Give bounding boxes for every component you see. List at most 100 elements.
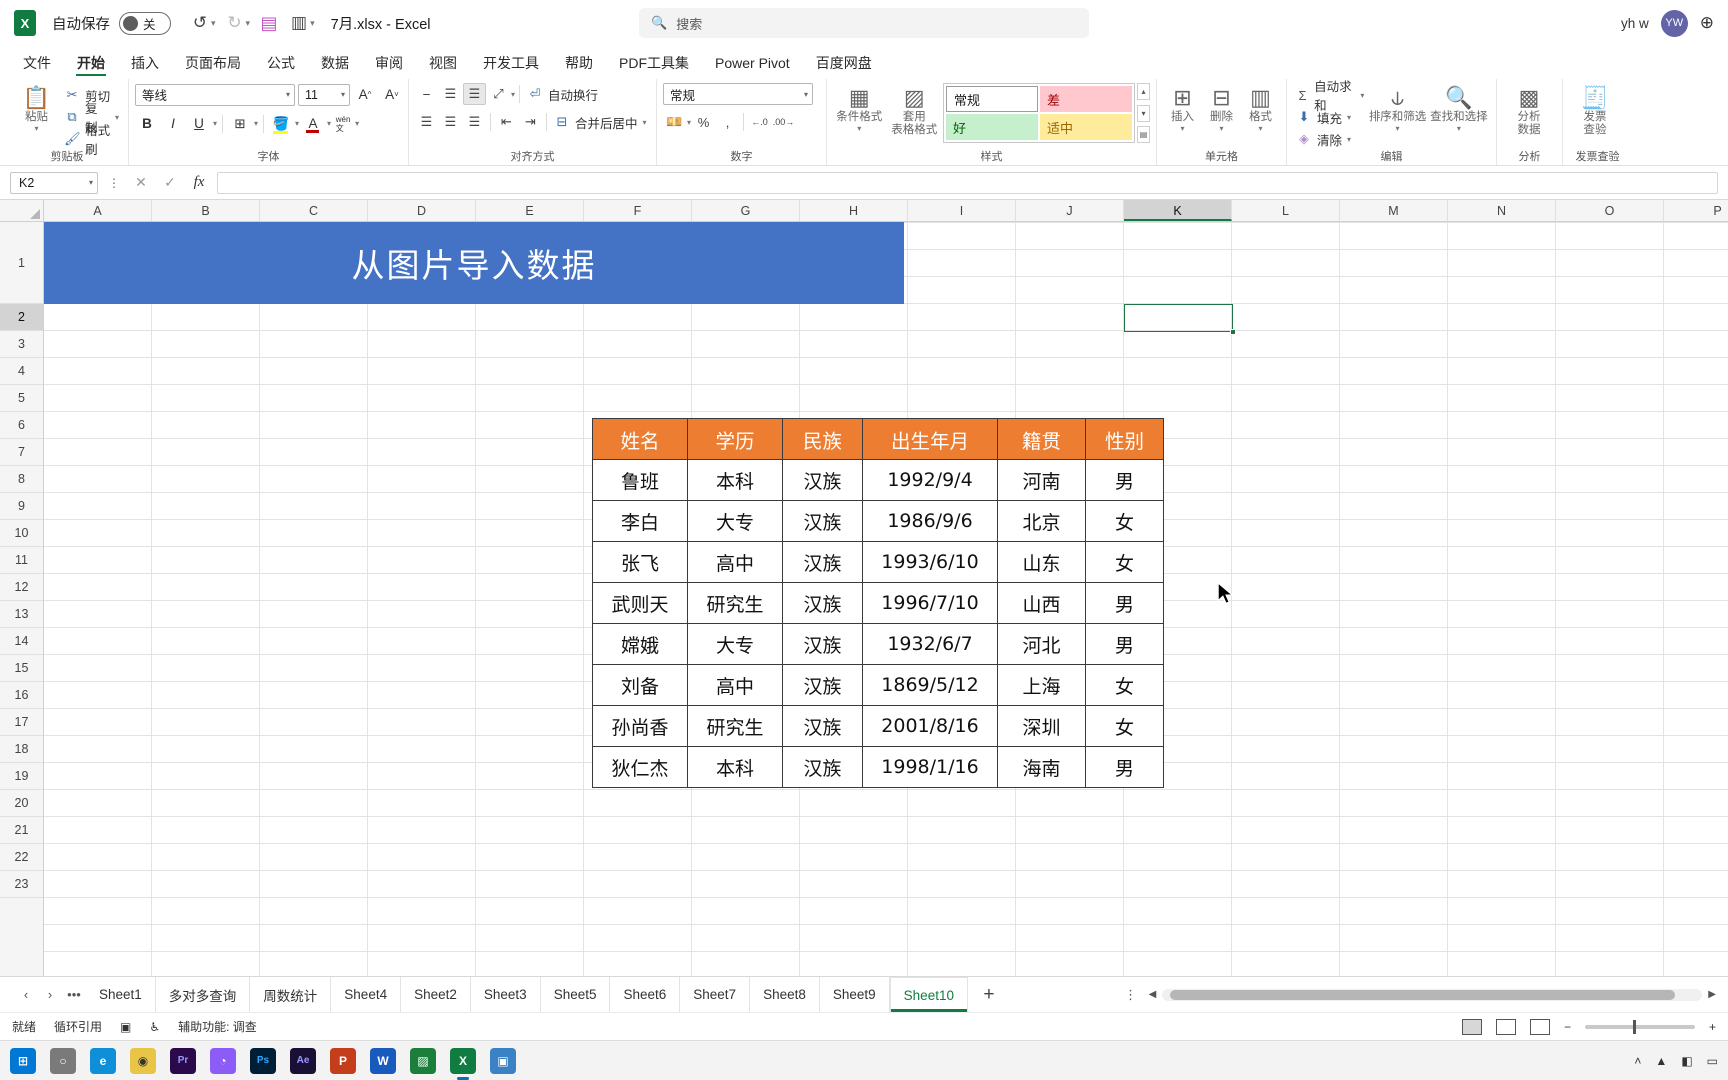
page-layout-icon[interactable] (1495, 1018, 1516, 1035)
paste-chevron-down-icon[interactable]: ▾ (35, 124, 39, 133)
sheet-tab-sheet2[interactable]: Sheet2 (401, 977, 471, 1012)
merge-chevron-down-icon[interactable]: ▾ (643, 118, 647, 127)
tab-insert[interactable]: 插入 (118, 50, 172, 76)
find-select-button[interactable]: 🔍 查找和选择 ▾ (1428, 83, 1490, 133)
wifi-icon[interactable]: ▲ (1655, 1054, 1667, 1068)
merge-center-button[interactable]: ⊟ 合并后居中 ▾ (551, 112, 650, 132)
underline-button[interactable]: U (187, 112, 211, 135)
invoice-check-button[interactable]: 🧾 发票 查验 (1569, 83, 1621, 137)
tab-review[interactable]: 审阅 (362, 50, 416, 76)
font-color-icon[interactable]: A (301, 112, 325, 135)
battery-icon[interactable]: ▭ (1707, 1054, 1718, 1068)
table-row[interactable]: 狄仁杰 本科 汉族 1998/1/16 海南 男 (592, 746, 1164, 788)
row-header-5[interactable]: 5 (0, 385, 43, 412)
tab-pdf-tools[interactable]: PDF工具集 (606, 50, 702, 76)
table-row[interactable]: 刘备 高中 汉族 1869/5/12 上海 女 (592, 664, 1164, 706)
chevron-down-icon[interactable]: ▾ (341, 90, 345, 99)
ellipsis-icon[interactable]: ••• (62, 977, 86, 1012)
phonetic-guide-icon[interactable]: wén 文 (333, 112, 353, 135)
search-icon[interactable]: ○ (50, 1047, 76, 1074)
fill-handle[interactable] (1229, 328, 1236, 335)
app-icon[interactable]: ◔ (210, 1047, 236, 1074)
sheet-tab-sheet4[interactable]: Sheet4 (331, 977, 402, 1012)
analyze-data-button[interactable]: ▩ 分析 数据 (1503, 83, 1555, 137)
sheet-tab-many-to-many[interactable]: 多对多查询 (156, 977, 251, 1012)
column-header-F[interactable]: F (584, 200, 692, 221)
table-row[interactable]: 武则天 研究生 汉族 1996/7/10 山西 男 (592, 582, 1164, 624)
volume-icon[interactable]: ◧ (1681, 1054, 1692, 1068)
accounting-chevron-down-icon[interactable]: ▾ (687, 118, 691, 127)
zoom-slider[interactable] (1584, 1019, 1695, 1034)
edge-icon[interactable]: e (90, 1047, 116, 1074)
wrap-text-button[interactable]: ⏎ 自动换行 (524, 84, 601, 104)
row-header-23[interactable]: 23 (0, 871, 43, 898)
cell-style-good[interactable]: 好 (946, 114, 1038, 140)
row-header-13[interactable]: 13 (0, 601, 43, 628)
column-header-N[interactable]: N (1448, 200, 1556, 221)
vertical-ellipsis-icon[interactable]: ⋮ (105, 176, 123, 190)
row-header-12[interactable]: 12 (0, 574, 43, 601)
confirm-icon[interactable]: ✓ (159, 174, 181, 191)
table-row[interactable]: 嫦娥 大专 汉族 1932/6/7 河北 男 (592, 623, 1164, 665)
cell-area[interactable]: 从图片导入数据 姓名 学历 民族 出生年月 籍贯 性别 鲁班 本科 汉族 199… (44, 222, 1728, 976)
column-header-H[interactable]: H (800, 200, 908, 221)
imported-image-table[interactable]: 姓名 学历 民族 出生年月 籍贯 性别 鲁班 本科 汉族 1992/9/4 河南… (592, 418, 1164, 788)
avatar[interactable]: YW (1660, 9, 1688, 37)
row-header-11[interactable]: 11 (0, 547, 43, 574)
styles-scroll-up-icon[interactable]: ▴ (1137, 83, 1150, 100)
row-header-4[interactable]: 4 (0, 358, 43, 385)
row-header-19[interactable]: 19 (0, 763, 43, 790)
table-row[interactable]: 鲁班 本科 汉族 1992/9/4 河南 男 (592, 459, 1164, 501)
horizontal-scrollbar[interactable] (1162, 988, 1703, 1001)
chevron-up-icon[interactable]: ˄ (1634, 1054, 1641, 1068)
row-header-2[interactable]: 2 (0, 304, 43, 331)
premiere-icon[interactable]: Pr (170, 1047, 196, 1074)
cell-style-bad[interactable]: 差 (1040, 86, 1132, 112)
table-row[interactable]: 孙尚香 研究生 汉族 2001/8/16 深圳 女 (592, 705, 1164, 747)
styles-expand-icon[interactable]: ▤ (1137, 126, 1150, 143)
align-left-button[interactable]: ☰ (415, 111, 438, 133)
row-header-7[interactable]: 7 (0, 439, 43, 466)
align-bottom-button[interactable]: ☰ (463, 83, 486, 105)
clear-button[interactable]: ◈ 清除 ▾ (1293, 129, 1367, 149)
chevron-left-icon[interactable]: ‹ (14, 977, 38, 1012)
zoom-in-icon[interactable]: + (1709, 1020, 1716, 1034)
customize-quick-access-icon[interactable]: ▾ (310, 18, 315, 29)
table-row[interactable]: 张飞 高中 汉族 1993/6/10 山东 女 (592, 541, 1164, 583)
table-row[interactable]: 李白 大专 汉族 1986/9/6 北京 女 (592, 500, 1164, 542)
cancel-icon[interactable]: ✕ (130, 174, 152, 191)
chevron-right-icon[interactable]: › (38, 977, 62, 1012)
cell-style-normal[interactable]: 常规 (946, 86, 1038, 112)
row-header-3[interactable]: 3 (0, 331, 43, 358)
format-cells-button[interactable]: ▥ 格式 ▾ (1241, 83, 1280, 133)
insert-function-icon[interactable]: fx (188, 174, 210, 191)
fill-button[interactable]: ⬇ 填充 ▾ (1293, 107, 1367, 127)
word-icon[interactable]: W (370, 1047, 396, 1074)
sheet-tab-sheet3[interactable]: Sheet3 (471, 977, 541, 1012)
column-header-J[interactable]: J (1016, 200, 1124, 221)
format-as-table-button[interactable]: ▨ 套用 表格格式 (885, 83, 943, 137)
fill-color-chevron-down-icon[interactable]: ▾ (295, 119, 299, 128)
tab-developer[interactable]: 开发工具 (470, 50, 552, 76)
accounting-icon[interactable]: 💴 (663, 111, 686, 133)
status-accessibility[interactable]: 辅助功能: 调查 (178, 1018, 257, 1035)
sheet-tab-sheet8[interactable]: Sheet8 (750, 977, 820, 1012)
column-header-G[interactable]: G (692, 200, 800, 221)
row-header-18[interactable]: 18 (0, 736, 43, 763)
column-header-E[interactable]: E (476, 200, 584, 221)
row-header-20[interactable]: 20 (0, 790, 43, 817)
tab-home[interactable]: 开始 (64, 50, 118, 76)
zoom-out-icon[interactable]: − (1564, 1020, 1571, 1034)
column-header-O[interactable]: O (1556, 200, 1664, 221)
insert-chevron-down-icon[interactable]: ▾ (1180, 124, 1184, 133)
font-family-input[interactable]: 等线 ▾ (135, 83, 295, 106)
row-header-1[interactable]: 1 (0, 222, 43, 304)
conditional-formatting-button[interactable]: ▦ 条件格式 ▾ (833, 83, 885, 133)
selected-cell-K2[interactable] (1124, 304, 1236, 335)
format-chevron-down-icon[interactable]: ▾ (1258, 124, 1262, 133)
row-header-10[interactable]: 10 (0, 520, 43, 547)
photoshop-icon[interactable]: Ps (250, 1047, 276, 1074)
search-input[interactable]: 🔍 搜索 (639, 8, 1089, 38)
row-header-14[interactable]: 14 (0, 628, 43, 655)
orientation-chevron-down-icon[interactable]: ▾ (511, 90, 515, 99)
